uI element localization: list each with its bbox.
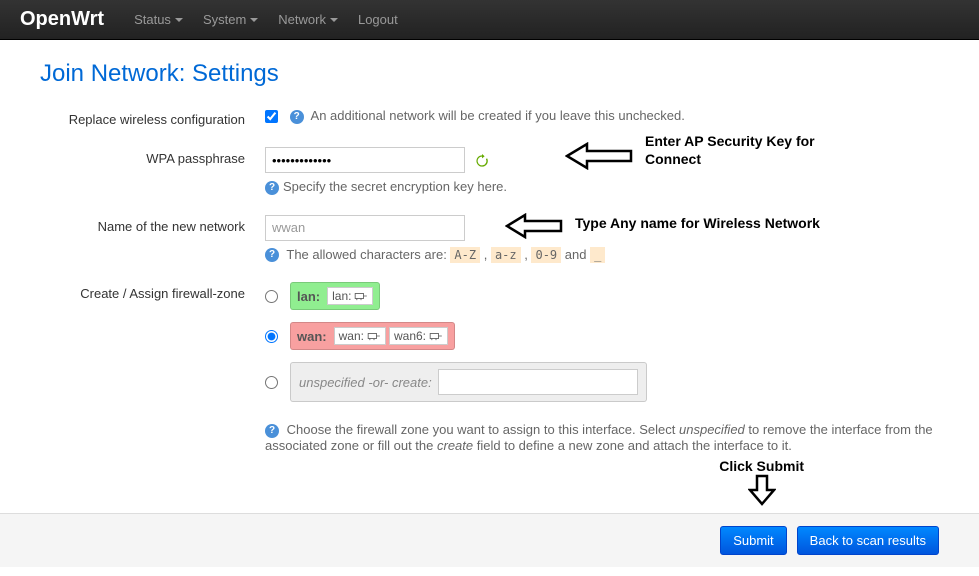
caret-icon [175,18,183,22]
nav-status[interactable]: Status [134,12,183,27]
zone-unspec-row: unspecified -or- create: [265,362,939,402]
input-netname[interactable] [265,215,465,241]
page-content: Join Network: Settings Replace wireless … [0,40,979,493]
input-passphrase[interactable] [265,147,465,173]
checkbox-replace[interactable] [265,110,278,123]
field-firewall: Create / Assign firewall-zone lan: lan: … [40,282,939,453]
arrow-down-icon [748,474,776,506]
label-firewall: Create / Assign firewall-zone [40,282,265,301]
label-netname: Name of the new network [40,215,265,234]
annotation-passphrase: Enter AP Security Key for Connect [645,132,845,168]
iface-wan6: wan6: [389,327,448,345]
zone-wan[interactable]: wan: wan: wan6: [290,322,455,350]
nav-system[interactable]: System [203,12,258,27]
caret-icon [330,18,338,22]
zone-wan-row: wan: wan: wan6: [265,322,939,350]
zone-lan-row: lan: lan: [265,282,939,310]
radio-unspec[interactable] [265,376,278,389]
field-netname: Name of the new network Type Any name fo… [40,215,939,263]
input-create-zone[interactable] [438,369,638,395]
iface-lan: lan: [327,287,373,305]
navbar: OpenWrt Status System Network Logout [0,0,979,40]
label-replace: Replace wireless configuration [40,108,265,127]
label-passphrase: WPA passphrase [40,147,265,166]
zone-lan[interactable]: lan: lan: [290,282,380,310]
radio-wan[interactable] [265,330,278,343]
field-passphrase: WPA passphrase Enter AP Security Key for… [40,147,939,195]
help-icon[interactable]: ? [265,181,279,195]
help-firewall: ? Choose the firewall zone you want to a… [265,422,939,453]
help-icon[interactable]: ? [265,248,279,262]
caret-icon [250,18,258,22]
annotation-netname: Type Any name for Wireless Network [575,215,820,231]
submit-button[interactable]: Submit [720,526,786,555]
help-netname: ? The allowed characters are: A-Z , a-z … [265,247,939,263]
back-button[interactable]: Back to scan results [797,526,939,555]
zone-unspec[interactable]: unspecified -or- create: [290,362,647,402]
footer-bar: Submit Back to scan results [0,513,979,567]
help-replace: An additional network will be created if… [311,108,685,123]
arrow-icon [505,213,565,242]
iface-wan: wan: [334,327,386,345]
arrow-icon [565,142,635,173]
nav-network[interactable]: Network [278,12,338,27]
brand: OpenWrt [20,8,104,31]
nav-logout[interactable]: Logout [358,12,398,27]
help-passphrase: Specify the secret encryption key here. [283,179,507,194]
field-replace: Replace wireless configuration ? An addi… [40,108,939,127]
page-title: Join Network: Settings [40,60,939,88]
help-icon[interactable]: ? [265,424,279,438]
annotation-submit: Click Submit [719,458,804,474]
radio-lan[interactable] [265,290,278,303]
help-icon[interactable]: ? [290,110,304,124]
reveal-icon[interactable] [475,154,489,168]
annotation-submit-wrap: Click Submit [719,458,804,509]
